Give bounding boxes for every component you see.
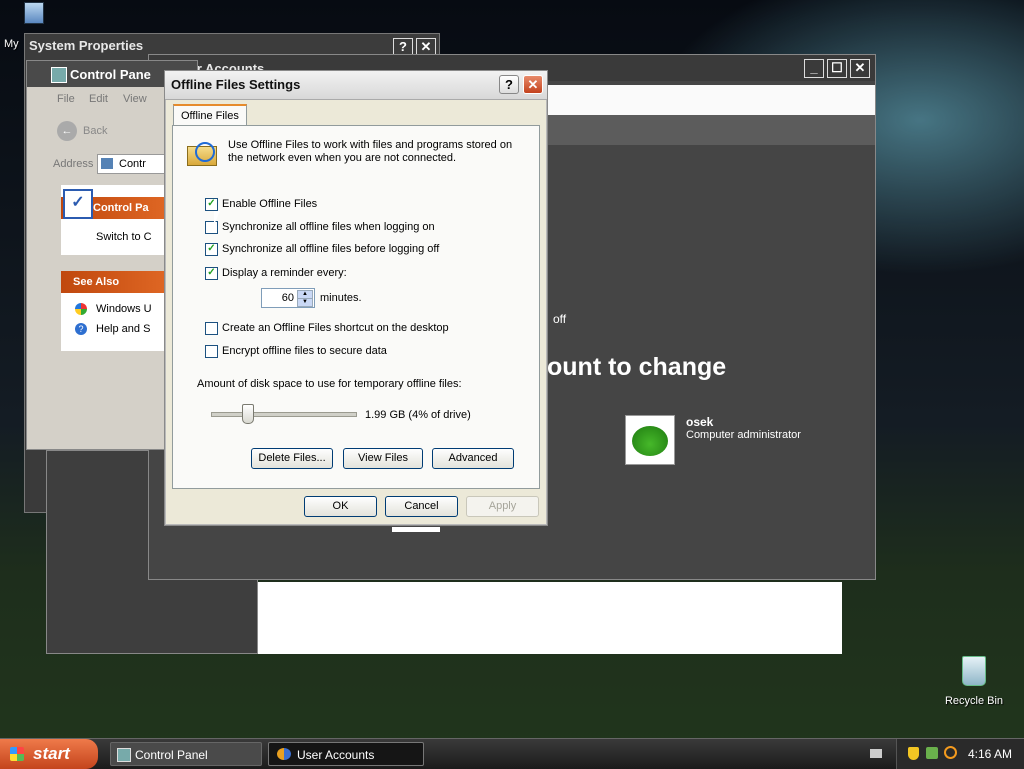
- maximize-button[interactable]: ☐: [827, 59, 847, 78]
- account-name: osek: [686, 415, 714, 429]
- windows-update-link[interactable]: Windows U: [96, 303, 152, 315]
- keyboard-icon[interactable]: [870, 749, 882, 758]
- encrypt-box: [205, 344, 218, 358]
- minimize-button[interactable]: _: [804, 59, 824, 78]
- folder-icon: [101, 158, 113, 169]
- encrypt-checkbox[interactable]: Encrypt offline files to secure data: [205, 344, 387, 358]
- see-also-title: See Also: [73, 276, 120, 288]
- enable-offline-files-checkbox[interactable]: ✓ Enable Offline Files: [205, 197, 317, 211]
- shortcut-box: [205, 321, 218, 335]
- help-icon: ?: [75, 323, 87, 335]
- back-arrow-icon: ←: [57, 121, 77, 141]
- offline-files-dialog[interactable]: Offline Files Settings ? ✕ Offline Files…: [164, 70, 548, 526]
- offline-files-icon: [187, 138, 217, 166]
- view-files-button[interactable]: View Files: [343, 448, 423, 469]
- computer-icon: [24, 2, 44, 24]
- page-heading: ount to change: [547, 353, 727, 381]
- recycle-bin-label: Recycle Bin: [944, 695, 1004, 707]
- content-white-area: [258, 582, 842, 654]
- dialog-titlebar[interactable]: Offline Files Settings ? ✕: [165, 71, 547, 100]
- stepper-down-button[interactable]: ▼: [297, 298, 313, 307]
- taskbar-item-control-panel[interactable]: Control Panel: [110, 742, 262, 766]
- slider-track: [211, 412, 357, 417]
- advanced-button[interactable]: Advanced: [432, 448, 514, 469]
- address-label: Address: [53, 158, 94, 170]
- system-tray: 4:16 AM: [896, 739, 1024, 769]
- menu-edit[interactable]: Edit: [89, 93, 108, 105]
- security-shield-icon[interactable]: [908, 747, 919, 760]
- section-title: Control Pa: [93, 202, 149, 214]
- frog-icon: [632, 426, 668, 456]
- slider-thumb[interactable]: [242, 404, 254, 424]
- description-text: Use Offline Files to work with files and…: [228, 139, 513, 164]
- help-button[interactable]: ?: [499, 75, 519, 94]
- minutes-label: minutes.: [320, 292, 362, 304]
- control-panel-title: Control Pane: [70, 67, 151, 82]
- off-text: off: [553, 312, 567, 326]
- frog-avatar: [625, 415, 675, 465]
- reminder-label: Display a reminder every:: [222, 267, 347, 279]
- shortcut-label: Create an Offline Files shortcut on the …: [222, 322, 449, 334]
- enable-offline-files-box: ✓: [205, 197, 218, 211]
- toolbar-strip: [547, 115, 875, 145]
- disk-space-value: 1.99 GB (4% of drive): [365, 409, 471, 421]
- start-button[interactable]: start: [0, 739, 98, 769]
- system-properties-title: System Properties: [29, 38, 144, 53]
- close-button[interactable]: ✕: [850, 59, 870, 78]
- reminder-box: ✓: [205, 266, 218, 280]
- disk-space-label: Amount of disk space to use for temporar…: [197, 378, 462, 390]
- offline-files-tab-page: Use Offline Files to work with files and…: [172, 125, 540, 489]
- disk-space-slider[interactable]: [211, 404, 357, 426]
- back-label: Back: [83, 125, 108, 137]
- sync-logon-label: Synchronize all offline files when loggi…: [222, 221, 435, 233]
- checklist-icon: ✓: [63, 189, 93, 219]
- control-panel-icon: [51, 67, 67, 83]
- reminder-checkbox[interactable]: ✓ Display a reminder every:: [205, 266, 347, 280]
- page-indicator: [392, 527, 440, 532]
- control-panel-task-icon: [117, 748, 131, 762]
- menu-view[interactable]: View: [123, 93, 147, 105]
- menu-file[interactable]: File: [57, 93, 75, 105]
- windows-logo-icon: [10, 747, 24, 761]
- task-label-user-accounts: User Accounts: [297, 748, 375, 762]
- windows-update-icon: [75, 303, 87, 315]
- network-icon[interactable]: [926, 747, 938, 759]
- encrypt-label: Encrypt offline files to secure data: [222, 345, 387, 357]
- enable-offline-files-label: Enable Offline Files: [222, 198, 318, 210]
- sync-logoff-box: ✓: [205, 242, 218, 256]
- sync-logon-checkbox[interactable]: Synchronize all offline files when loggi…: [205, 220, 435, 234]
- reminder-minutes-value: 60: [281, 292, 294, 304]
- taskbar-item-user-accounts[interactable]: User Accounts: [268, 742, 424, 766]
- delete-files-button[interactable]: Delete Files...: [251, 448, 333, 469]
- account-tile[interactable]: osek Computer administrator: [625, 415, 825, 465]
- switch-view-link[interactable]: Switch to C: [96, 231, 152, 243]
- start-label: start: [33, 744, 70, 763]
- cancel-button[interactable]: Cancel: [385, 496, 458, 517]
- ok-button[interactable]: OK: [304, 496, 377, 517]
- task-label-control-panel: Control Panel: [135, 748, 208, 762]
- help-support-link[interactable]: Help and S: [96, 323, 150, 335]
- reminder-minutes-stepper[interactable]: 60 ▲ ▼: [261, 288, 315, 308]
- search-icon[interactable]: [944, 746, 957, 759]
- user-accounts-task-icon: [277, 748, 291, 760]
- address-value: Contr: [119, 158, 146, 170]
- sync-logoff-label: Synchronize all offline files before log…: [222, 243, 440, 255]
- dialog-title: Offline Files Settings: [171, 77, 301, 92]
- mouse-cursor: [214, 211, 220, 225]
- apply-button[interactable]: Apply: [466, 496, 539, 517]
- toolbar-area: [547, 85, 875, 115]
- sync-logoff-checkbox[interactable]: ✓ Synchronize all offline files before l…: [205, 242, 439, 256]
- close-button[interactable]: ✕: [523, 75, 543, 94]
- recycle-bin-desktop-icon[interactable]: Recycle Bin: [940, 656, 1008, 707]
- clock: 4:16 AM: [968, 747, 1013, 761]
- recycle-bin-icon: [962, 656, 986, 686]
- taskbar: start Control Panel User Accounts 4:16 A…: [0, 738, 1024, 769]
- account-role: Computer administrator: [686, 429, 801, 441]
- shortcut-checkbox[interactable]: Create an Offline Files shortcut on the …: [205, 321, 449, 335]
